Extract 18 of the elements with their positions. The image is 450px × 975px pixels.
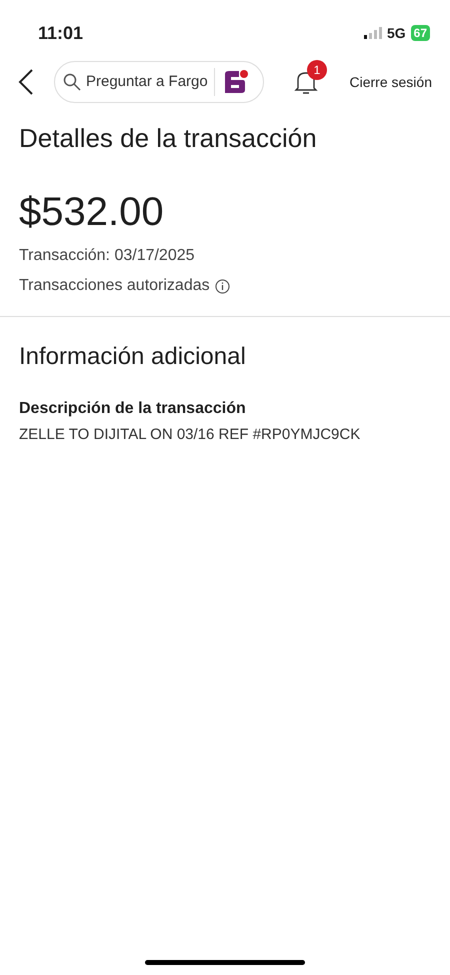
search-icon xyxy=(63,73,81,91)
section-title: Información adicional xyxy=(19,342,247,372)
battery-indicator: 67 xyxy=(410,25,430,41)
transaction-amount: $532.00 xyxy=(19,189,165,236)
network-label: 5G xyxy=(386,24,406,42)
transaction-status: Transacciones autorizadas xyxy=(19,276,210,296)
description-label: Descripción de la transacción xyxy=(19,399,247,419)
search-field[interactable]: Preguntar a Fargo xyxy=(86,70,214,94)
status-time: 11:01 xyxy=(38,22,84,44)
transaction-date: Transacción: 03/17/2025 xyxy=(19,246,196,266)
info-icon[interactable] xyxy=(214,278,230,294)
search-bar[interactable]: Preguntar a Fargo xyxy=(54,61,264,103)
back-icon[interactable] xyxy=(18,69,34,95)
description-value: ZELLE TO DIJITAL ON 03/16 REF #RP0YMJC9CK xyxy=(19,425,362,445)
notification-badge: 1 xyxy=(307,60,327,80)
signal-icon xyxy=(364,27,382,39)
logout-link[interactable]: Cierre sesión xyxy=(350,72,432,92)
page-title: Detalles de la transacción xyxy=(19,122,318,155)
